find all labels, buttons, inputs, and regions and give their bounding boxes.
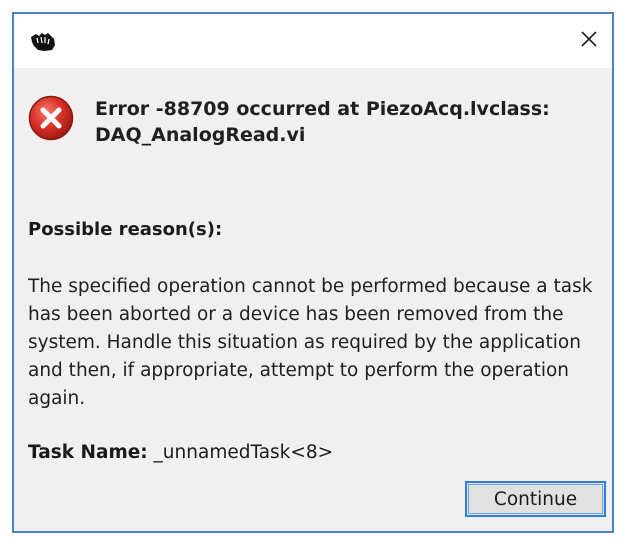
reason-text: The specified operation cannot be perfor… xyxy=(28,276,593,409)
close-icon xyxy=(580,30,598,52)
close-button[interactable] xyxy=(566,14,612,68)
title-bar xyxy=(14,14,612,68)
continue-button-label: Continue xyxy=(493,488,578,510)
reason-heading: Possible reason(s): xyxy=(28,219,223,240)
error-title: Error -88709 occurred at PiezoAcq.lvclas… xyxy=(95,98,550,146)
dialog-content: Error -88709 occurred at PiezoAcq.lvclas… xyxy=(14,68,612,531)
task-name-label: Task Name: xyxy=(28,442,148,463)
labview-hand-icon xyxy=(28,31,58,53)
task-name-line: Task Name: _unnamedTask<8> xyxy=(28,440,333,466)
error-dialog: Error -88709 occurred at PiezoAcq.lvclas… xyxy=(12,12,614,533)
error-icon xyxy=(28,95,74,141)
continue-button[interactable]: Continue xyxy=(465,481,606,517)
task-name-value: _unnamedTask<8> xyxy=(147,442,334,463)
